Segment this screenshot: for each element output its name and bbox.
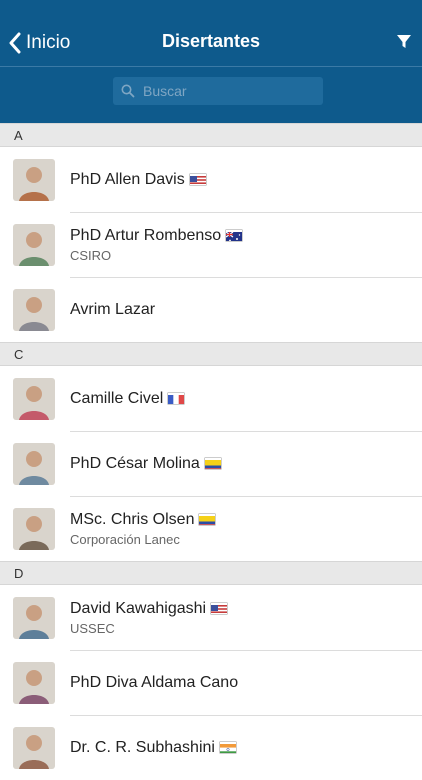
page-title: Disertantes — [161, 31, 261, 51]
app-header: Inicio Disertantes — [0, 0, 422, 123]
speaker-row[interactable]: PhD Artur Rombenso CSIRO — [0, 212, 422, 278]
section-header: D — [0, 561, 422, 585]
speaker-info: Avrim Lazar — [70, 277, 422, 342]
flag-icon — [199, 514, 216, 525]
avatar — [13, 289, 55, 331]
speaker-info: Dr. C. R. Subhashini — [70, 715, 422, 780]
speaker-name-line: PhD Diva Aldama Cano — [70, 674, 422, 692]
avatar — [13, 443, 55, 485]
flag-icon — [168, 393, 185, 404]
filter-icon[interactable] — [396, 34, 412, 50]
speaker-info: PhD Allen Davis — [70, 147, 422, 213]
speaker-name-line: Dr. C. R. Subhashini — [70, 739, 422, 757]
speaker-info: PhD Diva Aldama Cano — [70, 650, 422, 716]
speaker-name-line: PhD Allen Davis — [70, 171, 422, 189]
speaker-organization: USSEC — [70, 620, 115, 636]
search-input[interactable] — [141, 82, 315, 100]
speaker-name: PhD Artur Rombenso — [70, 226, 222, 244]
avatar — [13, 597, 55, 639]
speaker-info: PhD Artur Rombenso CSIRO — [70, 212, 422, 278]
speaker-name-line: PhD César Molina — [70, 455, 422, 473]
flag-icon — [211, 603, 228, 614]
speaker-organization: Corporación Lanec — [70, 531, 180, 547]
avatar — [13, 378, 55, 420]
speaker-row[interactable]: PhD Allen Davis — [0, 147, 422, 213]
speaker-row[interactable]: Avrim Lazar — [0, 277, 422, 342]
speaker-row[interactable]: Dr. C. R. Subhashini — [0, 715, 422, 780]
section-header: C — [0, 342, 422, 366]
speaker-name-line: David Kawahigashi — [70, 600, 422, 618]
speaker-info: David Kawahigashi USSEC — [70, 585, 422, 651]
search-icon — [121, 84, 135, 98]
speaker-name: Dr. C. R. Subhashini — [70, 738, 215, 756]
speaker-name-line: MSc. Chris Olsen — [70, 511, 422, 529]
speaker-info: Camille Civel — [70, 366, 422, 432]
speaker-row[interactable]: David Kawahigashi USSEC — [0, 585, 422, 651]
speaker-name: Avrim Lazar — [70, 300, 156, 318]
speaker-row[interactable]: Camille Civel — [0, 366, 422, 432]
speaker-name: MSc. Chris Olsen — [70, 510, 195, 528]
speaker-info: PhD César Molina — [70, 431, 422, 497]
speaker-name: PhD Allen Davis — [70, 170, 185, 188]
speaker-name: PhD Diva Aldama Cano — [70, 673, 239, 691]
flag-icon — [226, 230, 243, 241]
avatar — [13, 662, 55, 704]
section-header: A — [0, 123, 422, 147]
flag-icon — [219, 742, 236, 753]
speaker-organization: CSIRO — [70, 247, 112, 263]
speaker-row[interactable]: PhD César Molina — [0, 431, 422, 497]
speaker-row[interactable]: MSc. Chris Olsen Corporación Lanec — [0, 496, 422, 561]
search-bar[interactable] — [113, 77, 323, 105]
avatar — [13, 508, 55, 550]
speaker-name: Camille Civel — [70, 389, 164, 407]
speaker-list: A PhD Allen Davis PhD Artur Rombenso CSIRO A… — [0, 123, 422, 780]
speaker-info: MSc. Chris Olsen Corporación Lanec — [70, 496, 422, 561]
nav-bar: Inicio Disertantes — [0, 0, 422, 67]
flag-icon — [204, 458, 221, 469]
speaker-name-line: Avrim Lazar — [70, 301, 422, 319]
avatar — [13, 159, 55, 201]
avatar — [13, 224, 55, 266]
speaker-row[interactable]: PhD Diva Aldama Cano — [0, 650, 422, 716]
speaker-name: PhD César Molina — [70, 454, 200, 472]
speaker-name: David Kawahigashi — [70, 599, 207, 617]
speaker-name-line: Camille Civel — [70, 390, 422, 408]
avatar — [13, 727, 55, 769]
speaker-name-line: PhD Artur Rombenso — [70, 227, 422, 245]
flag-icon — [189, 174, 206, 185]
